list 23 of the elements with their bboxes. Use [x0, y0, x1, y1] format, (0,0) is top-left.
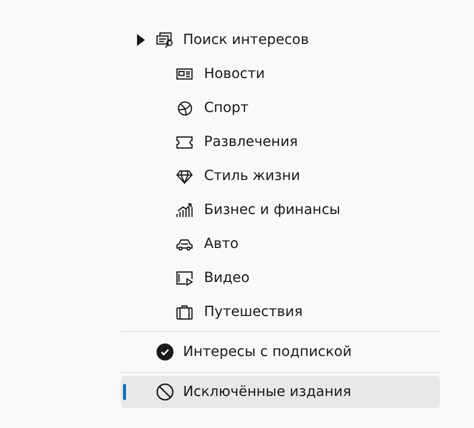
interest-item[interactable]: Стиль жизни [121, 159, 440, 193]
interest-item[interactable]: Путешествия [121, 295, 440, 329]
diamond-icon [176, 168, 193, 184]
nav-item[interactable]: Исключённые издания [121, 376, 440, 408]
nav-item[interactable]: Интересы с подпиской [121, 335, 440, 369]
interest-item[interactable]: Авто [121, 227, 440, 261]
block-icon [156, 383, 174, 401]
interest-item[interactable]: Развлечения [121, 125, 440, 159]
selection-indicator [123, 384, 126, 400]
check-circle-icon [156, 343, 174, 361]
interest-item[interactable]: Видео [121, 261, 440, 295]
ball-icon [176, 100, 193, 116]
interest-item[interactable]: Бизнес и финансы [121, 193, 440, 227]
interest-item[interactable]: Новости [121, 57, 440, 91]
newspaper-icon [176, 66, 193, 82]
interest-item[interactable]: Спорт [121, 91, 440, 125]
cards-search-icon [156, 32, 175, 48]
interest-search-item[interactable]: Поиск интересов [121, 23, 440, 57]
chart-icon [176, 202, 193, 218]
caret-icon [137, 34, 145, 46]
video-icon [176, 270, 193, 286]
suitcase-icon [176, 304, 193, 320]
ticket-icon [176, 134, 193, 150]
